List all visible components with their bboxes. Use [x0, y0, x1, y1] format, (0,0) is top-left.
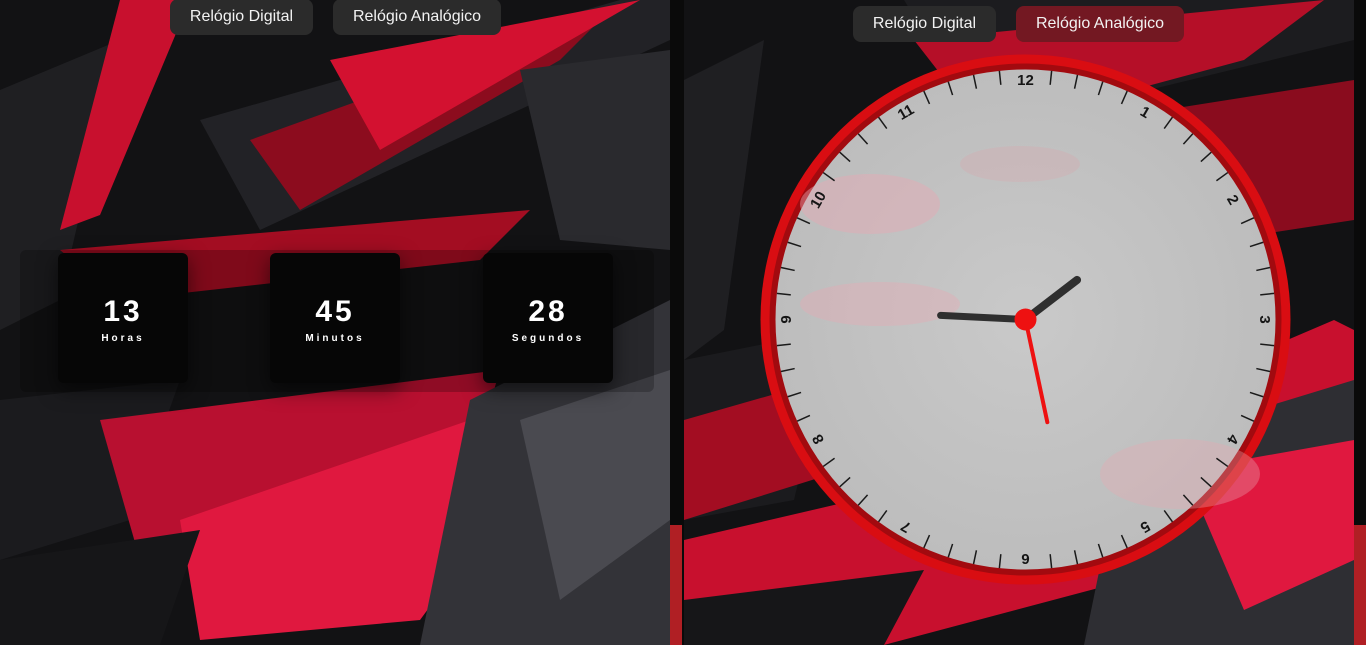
analog-clock-pane: Relógio Digital Relógio Analógico 12 1 2 3 4…: [684, 0, 1354, 645]
digital-clock-button[interactable]: Relógio Digital: [853, 6, 996, 42]
seconds-tile: 28 Segundos: [483, 253, 613, 383]
seconds-label: Segundos: [511, 332, 585, 344]
hours-label: Horas: [101, 332, 145, 344]
digital-clock-pane: Relógio Digital Relógio Analógico 13 Hor…: [0, 0, 670, 645]
analog-clock-button[interactable]: Relógio Analógico: [333, 0, 501, 35]
analog-clock: 121234567891011: [760, 54, 1291, 585]
scroll-strip: [670, 525, 682, 645]
face-tint: [1100, 439, 1260, 509]
clock-numeral: 6: [1021, 550, 1029, 567]
face-tint: [800, 282, 960, 326]
scroll-strip: [1354, 525, 1366, 645]
seconds-value: 28: [528, 294, 568, 328]
center-pin: [1014, 308, 1037, 331]
clock-numeral: 12: [1017, 72, 1034, 89]
hours-value: 13: [103, 294, 143, 328]
face-tint: [960, 146, 1080, 182]
minutes-tile: 45 Minutos: [270, 253, 400, 383]
minutes-value: 45: [315, 294, 355, 328]
clock-numeral: 3: [1256, 315, 1273, 323]
clock-numeral: 9: [778, 315, 795, 323]
minutes-label: Minutos: [305, 332, 365, 344]
hours-tile: 13 Horas: [58, 253, 188, 383]
minute-hand: [937, 311, 1029, 323]
digital-clock-button[interactable]: Relógio Digital: [170, 0, 313, 35]
analog-clock-button-active[interactable]: Relógio Analógico: [1016, 6, 1184, 42]
